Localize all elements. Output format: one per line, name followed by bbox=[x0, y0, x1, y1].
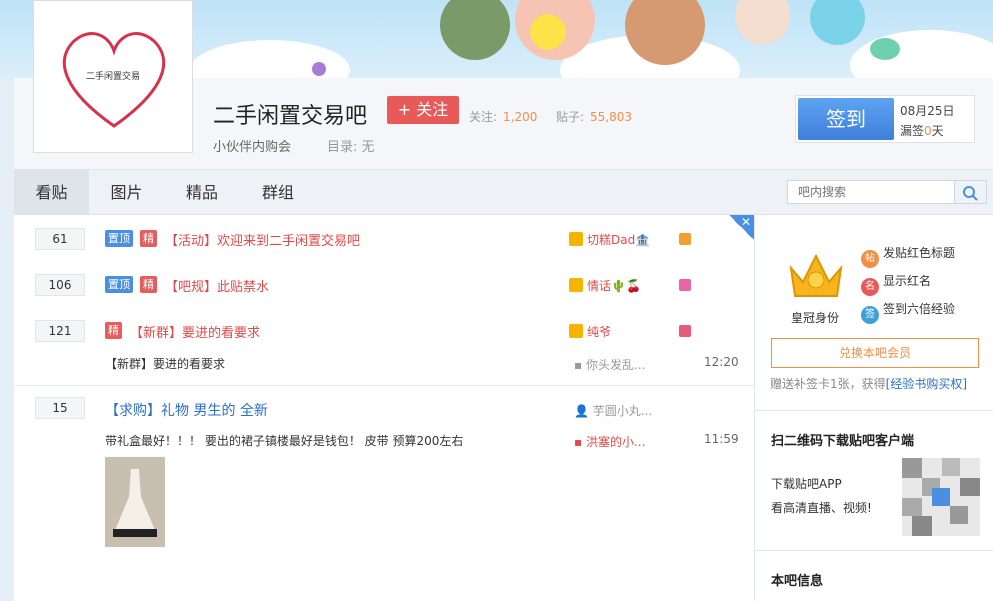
sign-in-button[interactable]: 签到 bbox=[798, 98, 894, 140]
thread-excerpt: 【新群】要进的看要求 bbox=[105, 357, 226, 371]
post-stat: 贴子: 55,803 bbox=[556, 110, 633, 124]
user-icon: 👤 bbox=[574, 404, 593, 418]
thread-title[interactable]: 【吧规】此贴禁水 bbox=[165, 276, 269, 295]
sign-in-box: 签到 08月25日 漏签0天 bbox=[795, 95, 975, 143]
reply-count: 106 bbox=[35, 274, 85, 296]
reply-count: 121 bbox=[35, 320, 85, 342]
forum-slogan: 小伙伴内购会 bbox=[213, 140, 292, 155]
comment-icon: ▪ bbox=[574, 358, 586, 372]
pinned-tag: 置顶 bbox=[105, 276, 133, 293]
thread-title[interactable]: 【活动】欢迎来到二手闲置交易吧 bbox=[165, 230, 360, 249]
name-icon: 名 bbox=[861, 278, 879, 296]
thread-title[interactable]: 【求购】礼物 男生的 全新 bbox=[105, 400, 268, 420]
thread-author[interactable]: 纯爷 bbox=[569, 323, 611, 340]
privilege-exp: 签签到六倍经验 bbox=[861, 300, 955, 324]
gold-crown-icon bbox=[789, 253, 843, 297]
thread-author[interactable]: 情话🌵🍒 bbox=[569, 277, 641, 294]
gift-link[interactable]: [经验书购买权] bbox=[886, 377, 967, 391]
follow-stat: 关注: 1,200 bbox=[469, 110, 538, 124]
qr-code bbox=[902, 458, 980, 536]
crown-badge bbox=[785, 242, 847, 304]
privilege-red-name: 名显示红名 bbox=[861, 272, 931, 296]
badge-icon bbox=[679, 279, 691, 291]
crown-label: 皇冠身份 bbox=[791, 311, 840, 325]
divider bbox=[14, 385, 754, 386]
qr-line1: 下载贴吧APP bbox=[771, 477, 842, 491]
comment-icon: ▪ bbox=[574, 435, 586, 449]
reply-count: 15 bbox=[35, 397, 85, 419]
gift-text: 赠送补签卡1张，获得[经验书购买权] bbox=[770, 377, 968, 391]
featured-tag: 精 bbox=[105, 322, 122, 339]
forum-title: 二手闲置交易吧 bbox=[213, 104, 368, 129]
last-reply[interactable]: ▪ 洪塞的小... bbox=[574, 433, 645, 450]
forum-logo: 二手闲置交易 bbox=[33, 0, 193, 153]
reply-time: 12:20 bbox=[704, 355, 739, 369]
qr-title: 扫二维码下载贴吧客户端 bbox=[771, 434, 915, 449]
pinned-tag: 置顶 bbox=[105, 230, 133, 247]
search-button[interactable] bbox=[955, 180, 987, 204]
reply-time: 11:59 bbox=[704, 432, 739, 446]
last-reply[interactable]: ▪ 你头发乱... bbox=[574, 356, 645, 373]
tab-featured[interactable]: 精品 bbox=[164, 170, 240, 215]
search-input[interactable] bbox=[787, 180, 955, 204]
info-title: 本吧信息 bbox=[771, 574, 824, 589]
sign-missed: 漏签0天 bbox=[900, 124, 944, 138]
qr-line2: 看高清直播、视频! bbox=[771, 501, 872, 515]
search-icon bbox=[963, 186, 978, 201]
featured-tag: 精 bbox=[140, 276, 157, 293]
badge-icon bbox=[679, 325, 691, 337]
forum-catalog: 目录: 无 bbox=[327, 140, 375, 155]
divider bbox=[754, 550, 993, 551]
privilege-red-title: 帖发贴红色标题 bbox=[861, 244, 955, 268]
divider bbox=[754, 410, 993, 411]
logo-text: 二手闲置交易 bbox=[85, 72, 140, 82]
crown-icon bbox=[569, 324, 583, 338]
sign-date: 08月25日 bbox=[900, 104, 955, 118]
tab-images[interactable]: 图片 bbox=[89, 170, 164, 215]
member-button[interactable]: 兑换本吧会员 bbox=[771, 338, 979, 368]
thread-title[interactable]: 【新群】要进的看要求 bbox=[130, 322, 260, 341]
tab-groups[interactable]: 群组 bbox=[240, 170, 316, 215]
reply-count: 61 bbox=[35, 228, 85, 250]
thread-author[interactable]: 切糕Dad🏦 bbox=[569, 231, 650, 248]
crown-icon bbox=[569, 232, 583, 246]
badge-icon bbox=[679, 233, 691, 245]
thread-excerpt: 带礼盒最好！！！ 要出的裙子镇楼最好是钱包！ 皮带 预算200左右 bbox=[105, 434, 464, 448]
post-icon: 帖 bbox=[861, 250, 879, 268]
close-icon: ✕ bbox=[740, 215, 751, 229]
thread-thumbnail[interactable] bbox=[105, 457, 165, 547]
follow-button[interactable]: + 关注 bbox=[387, 96, 459, 124]
tab-posts[interactable]: 看贴 bbox=[14, 170, 89, 215]
dress-image bbox=[105, 457, 165, 547]
qr-code-icon bbox=[902, 458, 980, 536]
crown-icon bbox=[569, 278, 583, 292]
featured-tag: 精 bbox=[140, 230, 157, 247]
close-corner[interactable]: ✕ bbox=[729, 215, 754, 240]
thread-author[interactable]: 👤 芋圆小丸... bbox=[574, 402, 652, 419]
sign-icon: 签 bbox=[861, 306, 879, 324]
